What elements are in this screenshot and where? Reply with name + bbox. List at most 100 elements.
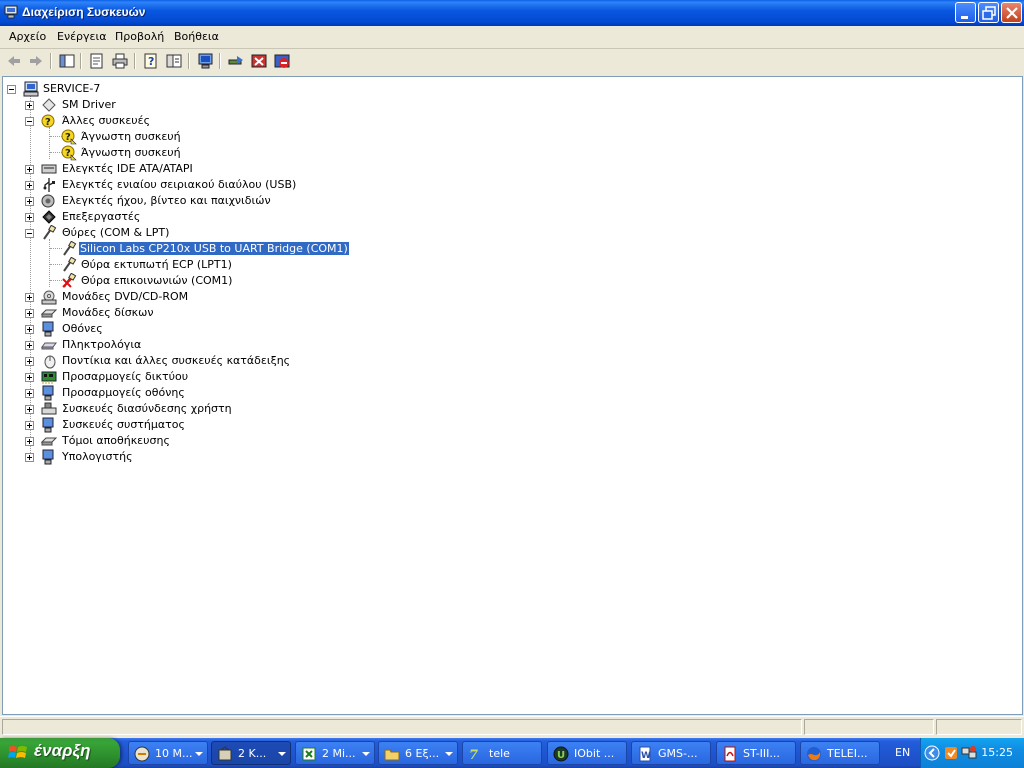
clock[interactable]: 15:25 (981, 746, 1013, 759)
close-icon (1006, 7, 1018, 19)
menu-file[interactable]: Αρχείο (9, 30, 46, 43)
update-driver-icon[interactable] (227, 52, 245, 70)
tree-item-storage-volumes[interactable]: Τόμοι αποθήκευσης (25, 433, 225, 449)
tree-item-label: Άλλες συσκευές (62, 114, 151, 127)
tree-item-computer[interactable]: Υπολογιστής (25, 449, 225, 465)
tree-item-label: Ελεγκτές ήχου, βίντεο και παιχνιδιών (62, 194, 271, 207)
taskbar-button[interactable]: 7 tele (462, 741, 542, 765)
start-button[interactable]: έναρξη (0, 738, 120, 768)
menu-bar: Αρχείο Ενέργεια Προβολή Βοήθεια (0, 26, 1024, 49)
expand-toggle[interactable] (25, 421, 34, 430)
tree-item-unknown-device[interactable]: ? Άγνωστη συσκευή (61, 129, 261, 145)
tree-item-unknown-device[interactable]: ? Άγνωστη συσκευή (61, 145, 261, 161)
tree-item-dvd-cdrom[interactable]: Μονάδες DVD/CD-ROM (25, 289, 225, 305)
status-bar (0, 716, 1024, 737)
expand-toggle[interactable] (25, 405, 34, 414)
expand-toggle[interactable] (25, 181, 34, 190)
tree-item-silicon-labs-cp210x[interactable]: Silicon Labs CP210x USB to UART Bridge (… (61, 241, 381, 257)
toolbar-separator (188, 53, 190, 69)
tree-item-display-adapters[interactable]: Προσαρμογείς οθόνης (25, 385, 225, 401)
disk-drive-icon (41, 309, 57, 318)
status-panel (2, 719, 802, 735)
expand-toggle[interactable] (25, 389, 34, 398)
language-indicator[interactable]: EN (895, 746, 910, 759)
other-device-icon (42, 98, 56, 112)
tree-item-hid-devices[interactable]: Συσκευές διασύνδεσης χρήστη (25, 401, 285, 417)
help-icon[interactable]: ? (142, 52, 160, 70)
expand-toggle[interactable] (25, 341, 34, 350)
expand-toggle[interactable] (25, 309, 34, 318)
device-tree[interactable]: SERVICE-7 SM Driver ? Άλλες συσκευές ? Ά… (2, 76, 1023, 715)
expand-toggle[interactable] (25, 437, 34, 446)
menu-action[interactable]: Ενέργεια (57, 30, 106, 43)
print-icon[interactable] (111, 52, 129, 70)
collapse-toggle[interactable] (7, 85, 16, 94)
tree-item-label: Προσαρμογείς δικτύου (62, 370, 189, 383)
taskbar-button-group[interactable]: 10 M... (128, 741, 208, 765)
expand-toggle[interactable] (25, 293, 34, 302)
expand-toggle[interactable] (25, 453, 34, 462)
tree-item-label: Οθόνες (62, 322, 103, 335)
expand-toggle[interactable] (25, 197, 34, 206)
tree-root-service-7[interactable]: SERVICE-7 (7, 81, 207, 97)
expand-toggle[interactable] (25, 101, 34, 110)
minimize-button[interactable] (955, 2, 976, 23)
network-tray-icon[interactable] (961, 745, 977, 761)
taskbar-button-group-active[interactable]: 2 K... (211, 741, 291, 765)
taskbar-button[interactable]: U IObit ... (547, 741, 627, 765)
show-hide-console-tree-icon[interactable] (58, 52, 76, 70)
display-adapter-icon (42, 385, 54, 401)
back-icon[interactable] (5, 52, 23, 70)
export-list-icon[interactable] (165, 52, 183, 70)
collapse-toggle[interactable] (25, 117, 34, 126)
svg-text:?: ? (65, 148, 71, 159)
tree-item-disk-drives[interactable]: Μονάδες δίσκων (25, 305, 225, 321)
taskbar-button[interactable]: TELEI... (800, 741, 880, 765)
disable-icon[interactable] (273, 52, 291, 70)
expand-toggle[interactable] (25, 325, 34, 334)
toolbar-separator (219, 53, 221, 69)
tree-item-mice[interactable]: Ποντίκια και άλλες συσκευές κατάδειξης (25, 353, 325, 369)
expand-toggle[interactable] (25, 357, 34, 366)
tree-item-sound-video-controllers[interactable]: Ελεγκτές ήχου, βίντεο και παιχνιδιών (25, 193, 365, 209)
tree-item-sm-driver[interactable]: SM Driver (25, 97, 225, 113)
close-button[interactable] (1001, 2, 1022, 23)
collapse-toggle[interactable] (25, 229, 34, 238)
tree-item-ecp-printer-port[interactable]: Θύρα εκτυπωτή ECP (LPT1) (61, 257, 261, 273)
restore-button[interactable] (978, 2, 999, 23)
computer-scan-icon[interactable] (197, 52, 215, 70)
tree-item-keyboards[interactable]: Πληκτρολόγια (25, 337, 225, 353)
show-hidden-icons-button[interactable] (924, 745, 940, 761)
task-label: 10 M... (155, 747, 193, 760)
tree-item-other-devices[interactable]: ? Άλλες συσκευές (25, 113, 225, 129)
expand-toggle[interactable] (25, 213, 34, 222)
tree-item-ports[interactable]: Θύρες (COM & LPT) (25, 225, 225, 241)
status-panel (936, 719, 1022, 735)
taskbar-button-group[interactable]: 6 Εξ... (378, 741, 458, 765)
menu-view[interactable]: Προβολή (115, 30, 164, 43)
uninstall-icon[interactable] (250, 52, 268, 70)
title-bar[interactable]: Διαχείριση Συσκευών (0, 0, 1024, 26)
tree-item-processors[interactable]: Επεξεργαστές (25, 209, 225, 225)
tree-item-communications-port-disabled[interactable]: Θύρα επικοινωνιών (COM1) (61, 273, 261, 289)
antivirus-tray-icon[interactable] (943, 745, 959, 761)
tree-item-network-adapters[interactable]: Προσαρμογείς δικτύου (25, 369, 225, 385)
expand-toggle[interactable] (25, 373, 34, 382)
keyboard-icon (41, 342, 57, 350)
tree-item-system-devices[interactable]: Συσκευές συστήματος (25, 417, 225, 433)
properties-icon[interactable] (88, 52, 106, 70)
task-label: ST-III... (743, 747, 780, 760)
taskbar-button-group[interactable]: 2 Mi... (295, 741, 375, 765)
tree-item-ide-controllers[interactable]: Ελεγκτές IDE ATA/ATAPI (25, 161, 325, 177)
menu-help[interactable]: Βοήθεια (174, 30, 219, 43)
tree-item-monitors[interactable]: Οθόνες (25, 321, 225, 337)
forward-icon[interactable] (27, 52, 45, 70)
group-arrow-icon (195, 752, 203, 756)
taskbar-button[interactable]: W GMS-... (631, 741, 711, 765)
expand-toggle[interactable] (25, 165, 34, 174)
taskbar-button[interactable]: ST-III... (716, 741, 796, 765)
status-panel (804, 719, 934, 735)
hid-device-icon (41, 402, 57, 415)
toolbar-separator (50, 53, 52, 69)
tree-item-usb-controllers[interactable]: Ελεγκτές ενιαίου σειριακού διαύλου (USB) (25, 177, 365, 193)
